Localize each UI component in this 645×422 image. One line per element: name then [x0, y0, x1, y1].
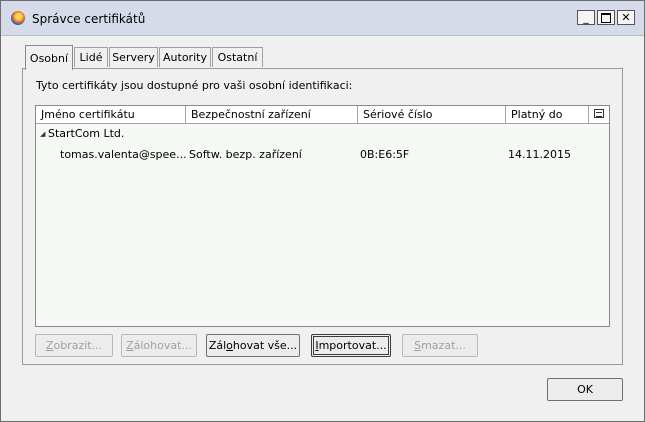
expanded-triangle-icon[interactable]: ◢ [40, 130, 48, 138]
backup-all-button[interactable]: Zál o hovat vše... [206, 334, 300, 357]
cert-expires-cell: 14.11.2015 [508, 148, 571, 161]
close-icon: ✕ [621, 11, 631, 24]
column-header-serial[interactable]: Sériové číslo [358, 106, 506, 123]
tab-servery[interactable]: Servery [109, 47, 158, 67]
column-header-expires[interactable]: Platný do [506, 106, 589, 123]
tab-panel-osobni: Tyto certifikáty jsou dostupné pro vaši … [22, 68, 623, 365]
tab-ostatni[interactable]: Ostatní [212, 47, 263, 67]
window-title: Správce certifikátů [32, 12, 146, 26]
delete-button[interactable]: Smazat... [402, 334, 478, 357]
ok-button[interactable]: OK [547, 378, 623, 401]
tree-header: Jméno certifikátu Bezpečnostní zařízení … [36, 106, 609, 124]
tab-osobni[interactable]: Osobní [25, 45, 73, 70]
title-bar: Správce certifikátů _ ✕ [1, 1, 644, 36]
column-header-device[interactable]: Bezpečnostní zařízení [186, 106, 358, 123]
certificate-tree[interactable]: Jméno certifikátu Bezpečnostní zařízení … [35, 105, 610, 327]
firefox-icon [11, 11, 25, 25]
close-button[interactable]: ✕ [617, 10, 635, 25]
cert-device-cell: Softw. bezp. zařízení [189, 148, 302, 161]
cert-name-cell: tomas.valenta@spee... [60, 148, 187, 161]
tab-autority[interactable]: Autority [159, 47, 211, 67]
minimize-icon: _ [583, 11, 589, 24]
column-header-name[interactable]: Jméno certifikátu [36, 106, 186, 123]
tree-group-row[interactable]: ◢ StartCom Ltd. [40, 127, 124, 140]
panel-description: Tyto certifikáty jsou dostupné pro vaši … [36, 79, 353, 92]
view-button[interactable]: Zobrazit... [35, 334, 113, 357]
maximize-button[interactable] [597, 10, 615, 25]
tab-lide[interactable]: Lidé [74, 47, 108, 67]
group-name: StartCom Ltd. [48, 127, 125, 140]
backup-button[interactable]: Zálohovat... [121, 334, 197, 357]
certificate-manager-window: Správce certifikátů _ ✕ Osobní Lidé Serv… [0, 0, 645, 422]
cert-serial-cell: 0B:E6:5F [360, 148, 410, 161]
import-button[interactable]: Importovat... [311, 334, 391, 357]
maximize-icon [601, 12, 611, 23]
column-picker-icon[interactable] [594, 109, 604, 118]
minimize-button[interactable]: _ [577, 10, 595, 25]
